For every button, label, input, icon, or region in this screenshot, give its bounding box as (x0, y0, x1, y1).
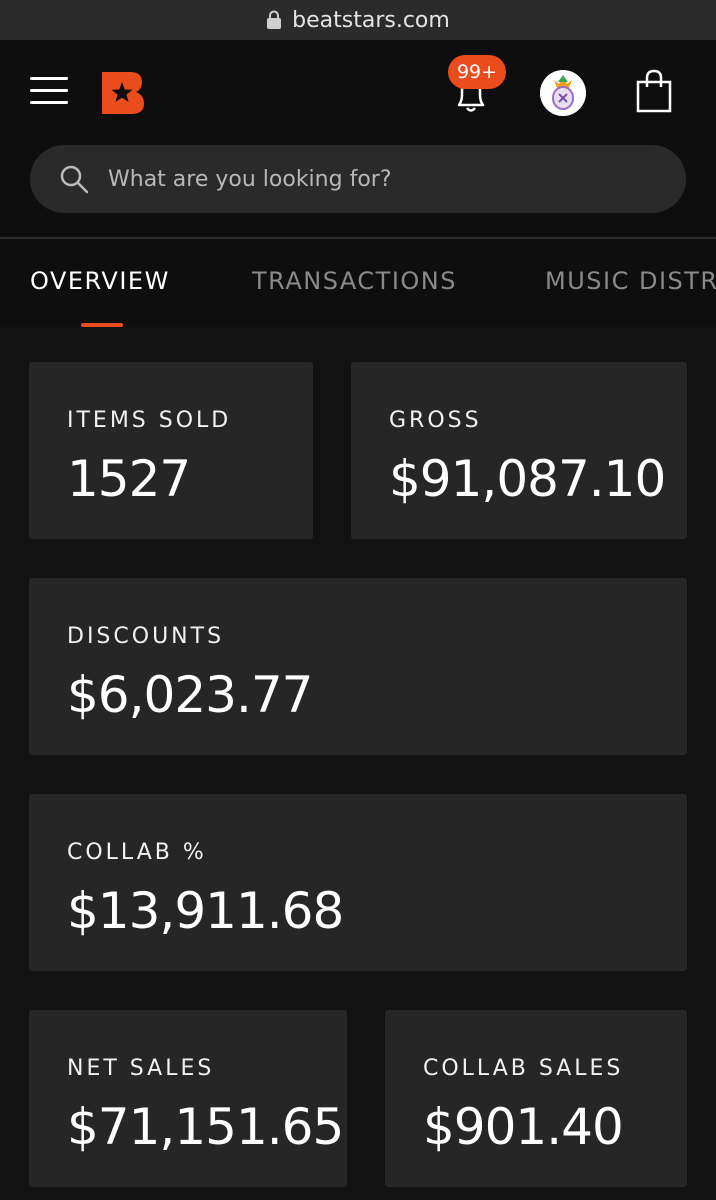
discounts-value: $6,023.77 (67, 666, 313, 724)
beatstars-logo[interactable] (100, 70, 146, 116)
lock-icon (266, 10, 282, 30)
net-sales-label: NET SALES (67, 1056, 215, 1081)
tab-transactions[interactable]: TRANSACTIONS (252, 267, 457, 295)
tab-music-distribution[interactable]: MUSIC DISTR (545, 267, 716, 295)
browser-url-text: beatstars.com (292, 7, 450, 33)
items-sold-value: 1527 (67, 450, 191, 508)
gross-value: $91,087.10 (389, 450, 666, 508)
notifications-badge: 99+ (448, 55, 506, 89)
discounts-label: DISCOUNTS (67, 624, 225, 649)
collab-sales-value: $901.40 (423, 1098, 624, 1156)
search-bar[interactable] (30, 145, 686, 213)
avatar[interactable] (540, 70, 586, 116)
collab-sales-label: COLLAB SALES (423, 1056, 624, 1081)
net-sales-value: $71,151.65 (67, 1098, 344, 1156)
cart-icon[interactable] (634, 68, 674, 114)
tab-bar: OVERVIEW TRANSACTIONS MUSIC DISTR (0, 239, 716, 327)
tab-overview[interactable]: OVERVIEW (30, 267, 170, 295)
items-sold-card: ITEMS SOLD 1527 (29, 362, 313, 539)
discounts-card: DISCOUNTS $6,023.77 (29, 578, 687, 755)
gross-card: GROSS $91,087.10 (351, 362, 687, 539)
active-tab-indicator (81, 323, 123, 327)
browser-url-bar[interactable]: beatstars.com (0, 0, 716, 40)
net-sales-card: NET SALES $71,151.65 (29, 1010, 347, 1187)
search-input[interactable] (106, 165, 630, 193)
items-sold-label: ITEMS SOLD (67, 408, 232, 433)
collab-percent-card: COLLAB % $13,911.68 (29, 794, 687, 971)
gross-label: GROSS (389, 408, 482, 433)
collab-percent-label: COLLAB % (67, 840, 207, 865)
collab-percent-value: $13,911.68 (67, 882, 344, 940)
collab-sales-card: COLLAB SALES $901.40 (385, 1010, 687, 1187)
app-header: 99+ (0, 40, 716, 237)
search-icon (58, 163, 90, 195)
menu-icon[interactable] (30, 77, 68, 105)
